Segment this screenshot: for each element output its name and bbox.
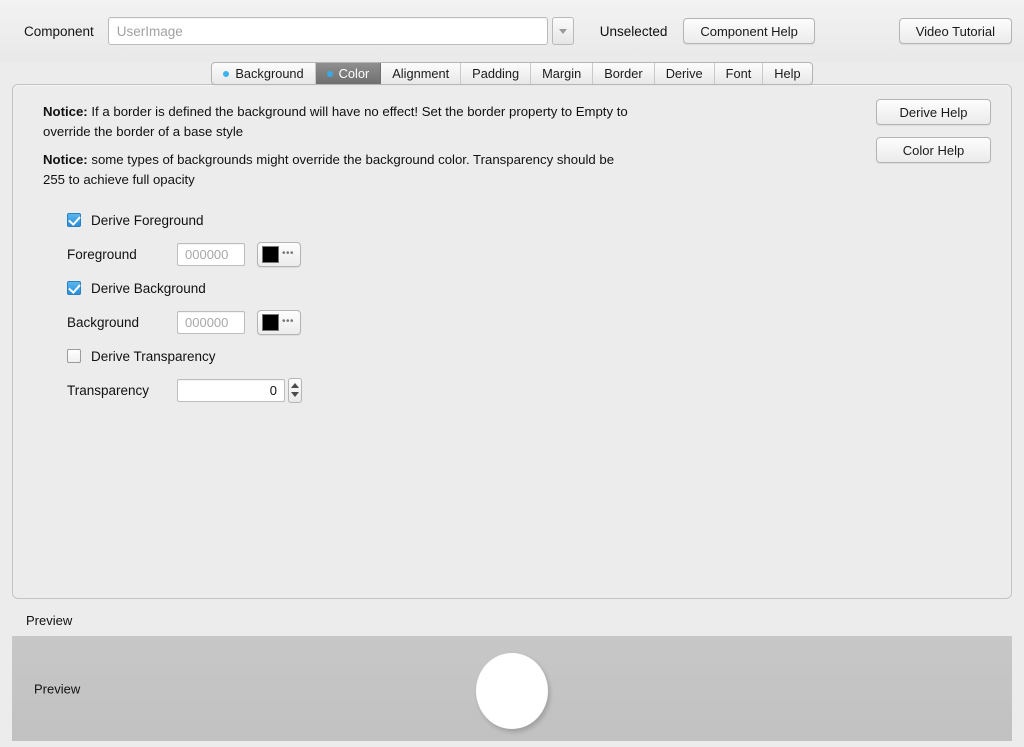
derive-background-row[interactable]: Derive Background bbox=[13, 271, 1011, 305]
preview-circle-shape bbox=[476, 653, 548, 729]
notice-background-text: some types of backgrounds might override… bbox=[43, 152, 614, 187]
tab-label: Background bbox=[235, 66, 303, 81]
component-label: Component bbox=[24, 24, 94, 39]
derive-transparency-label: Derive Transparency bbox=[91, 349, 216, 364]
color-swatch-icon bbox=[262, 314, 279, 331]
chevron-down-icon[interactable] bbox=[552, 17, 574, 45]
notice-background: Notice: some types of backgrounds might … bbox=[43, 150, 633, 189]
background-color-picker-button[interactable]: ••• bbox=[257, 310, 301, 335]
foreground-row: Foreground 000000 ••• bbox=[13, 237, 1011, 271]
derive-background-checkbox[interactable] bbox=[67, 281, 81, 295]
stepper-buttons[interactable] bbox=[288, 378, 302, 403]
transparency-row: Transparency 0 bbox=[13, 373, 1011, 407]
tab-label: Help bbox=[774, 66, 800, 81]
derive-foreground-checkbox[interactable] bbox=[67, 213, 81, 227]
tab-alignment[interactable]: Alignment bbox=[381, 63, 461, 84]
tab-label: Padding bbox=[472, 66, 519, 81]
preview-section-label: Preview bbox=[26, 613, 1024, 628]
derive-background-label: Derive Background bbox=[91, 281, 206, 296]
color-help-button[interactable]: Color Help bbox=[876, 137, 991, 163]
derive-transparency-checkbox[interactable] bbox=[67, 349, 81, 363]
video-tutorial-button[interactable]: Video Tutorial bbox=[899, 18, 1012, 44]
tab-derive[interactable]: Derive bbox=[655, 63, 715, 84]
transparency-label: Transparency bbox=[67, 383, 177, 398]
tab-label: Derive bbox=[666, 66, 703, 81]
notice-prefix: Notice: bbox=[43, 152, 88, 167]
foreground-label: Foreground bbox=[67, 247, 177, 262]
derive-foreground-row[interactable]: Derive Foreground bbox=[13, 203, 1011, 237]
notice-prefix: Notice: bbox=[43, 104, 88, 119]
transparency-stepper[interactable]: 0 bbox=[177, 378, 302, 403]
transparency-input[interactable]: 0 bbox=[177, 379, 285, 402]
tab-border[interactable]: Border bbox=[593, 63, 654, 84]
color-swatch-icon bbox=[262, 246, 279, 263]
component-combobox[interactable]: UserImage bbox=[108, 17, 574, 45]
tab-margin[interactable]: Margin bbox=[531, 63, 593, 84]
foreground-color-picker-button[interactable]: ••• bbox=[257, 242, 301, 267]
notice-border-text: If a border is defined the background wi… bbox=[43, 104, 628, 139]
tab-label: Alignment bbox=[392, 66, 449, 81]
tab-padding[interactable]: Padding bbox=[461, 63, 531, 84]
stepper-down-icon[interactable] bbox=[291, 392, 299, 397]
tab-color[interactable]: Color bbox=[316, 63, 382, 84]
ellipsis-icon: ••• bbox=[282, 317, 294, 327]
background-row: Background 000000 ••• bbox=[13, 305, 1011, 339]
foreground-hex-input[interactable]: 000000 bbox=[177, 243, 245, 266]
tab-status-dot-icon bbox=[223, 71, 229, 77]
tab-bar: Background Color Alignment Padding Margin Bor… bbox=[0, 62, 1024, 85]
background-label: Background bbox=[67, 315, 177, 330]
selection-status: Unselected bbox=[600, 24, 668, 39]
component-input[interactable]: UserImage bbox=[108, 17, 548, 45]
toolbar: Component UserImage Unselected Component… bbox=[0, 0, 1024, 62]
tab-label: Color bbox=[339, 66, 370, 81]
component-help-button[interactable]: Component Help bbox=[683, 18, 815, 44]
notice-border: Notice: If a border is defined the backg… bbox=[43, 102, 633, 141]
tab-font[interactable]: Font bbox=[715, 63, 764, 84]
preview-inner-label: Preview bbox=[34, 681, 80, 696]
stepper-up-icon[interactable] bbox=[291, 383, 299, 388]
derive-help-button[interactable]: Derive Help bbox=[876, 99, 991, 125]
tab-help[interactable]: Help bbox=[763, 63, 811, 84]
derive-transparency-row[interactable]: Derive Transparency bbox=[13, 339, 1011, 373]
tab-background[interactable]: Background bbox=[212, 63, 315, 84]
tab-status-dot-icon bbox=[327, 71, 333, 77]
tab-label: Border bbox=[604, 66, 642, 81]
notice-block: Notice: If a border is defined the backg… bbox=[43, 102, 633, 198]
preview-panel: Preview bbox=[12, 636, 1012, 741]
help-button-group: Derive Help Color Help bbox=[876, 99, 991, 163]
color-form: Derive Foreground Foreground 000000 ••• … bbox=[13, 203, 1011, 407]
tab-label: Font bbox=[726, 66, 752, 81]
background-hex-input[interactable]: 000000 bbox=[177, 311, 245, 334]
tab-label: Margin bbox=[542, 66, 581, 81]
derive-foreground-label: Derive Foreground bbox=[91, 213, 204, 228]
ellipsis-icon: ••• bbox=[282, 249, 294, 259]
color-settings-panel: Notice: If a border is defined the backg… bbox=[12, 84, 1012, 599]
